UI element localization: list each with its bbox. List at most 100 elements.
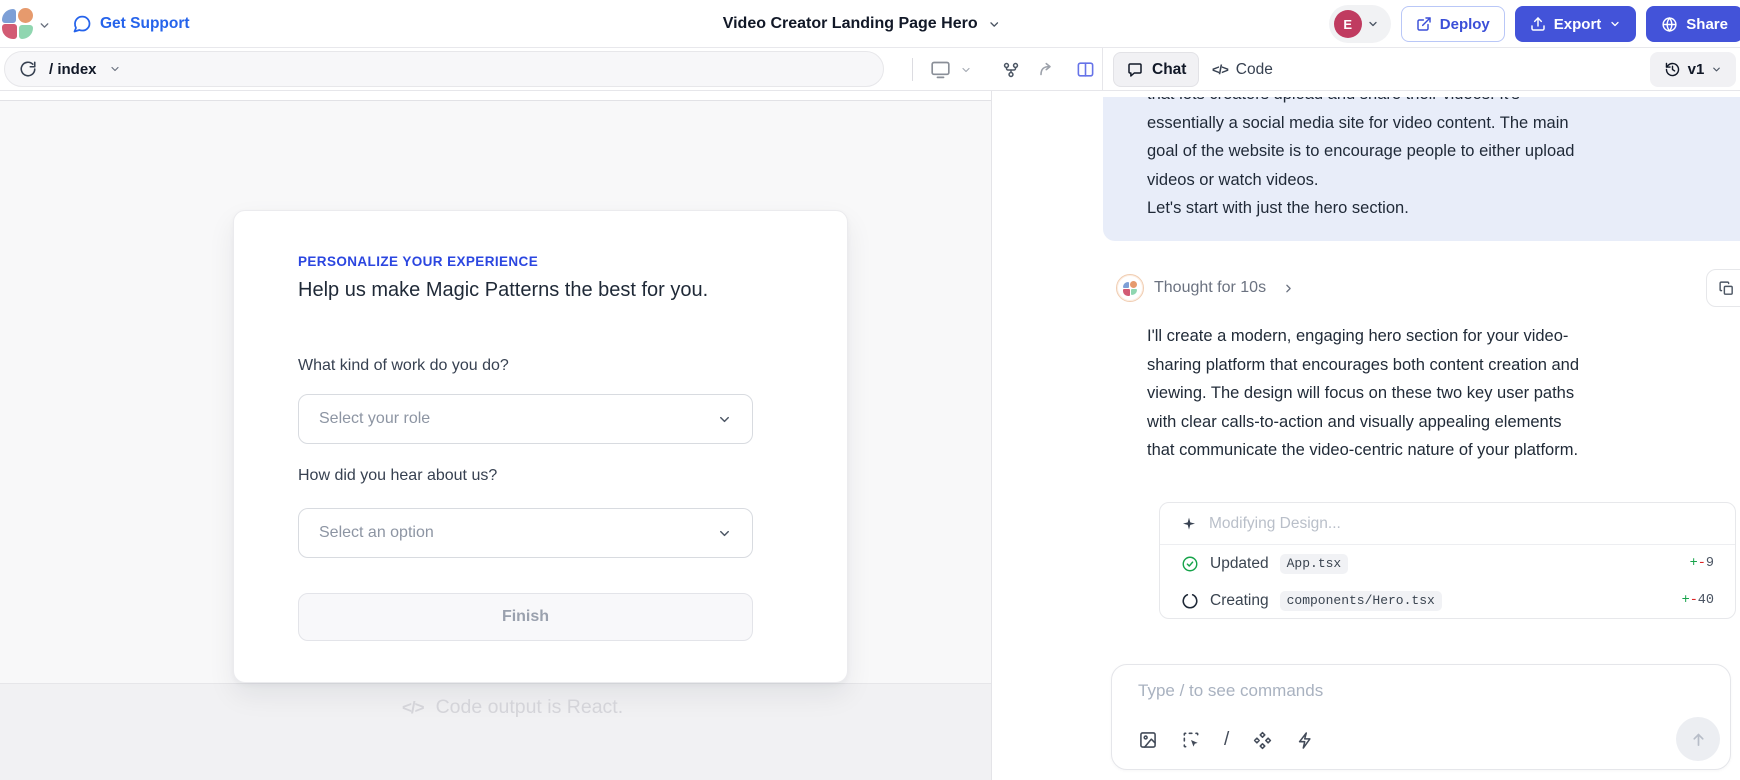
canvas-watermark: </> Code output is React. (402, 696, 623, 719)
referral-select-placeholder: Select an option (319, 524, 717, 542)
thought-label: Thought for 10s (1154, 279, 1266, 297)
account-chevron-down-icon (1367, 18, 1379, 30)
chat-input[interactable] (1138, 681, 1568, 701)
status-card-header: Modifying Design... (1160, 503, 1735, 545)
thought-chevron-right-icon (1282, 282, 1295, 295)
status-action: Creating (1210, 592, 1269, 610)
toolbar-divider (912, 58, 913, 81)
version-label: v1 (1688, 61, 1705, 78)
assistant-message-line: that communicate the video-centric natur… (1147, 436, 1579, 465)
referral-select[interactable]: Select an option (298, 508, 753, 558)
status-card-title: Modifying Design... (1209, 515, 1341, 533)
history-icon (1664, 61, 1681, 78)
export-label: Export (1554, 16, 1602, 33)
thought-toggle[interactable]: Thought for 10s (1116, 274, 1295, 302)
route-bar[interactable]: / index (4, 51, 884, 87)
assistant-message-line: I'll create a modern, engaging hero sect… (1147, 322, 1579, 351)
preview-panel: PERSONALIZE YOUR EXPERIENCE Help us make… (0, 91, 991, 780)
sparkle-icon (1181, 516, 1197, 532)
card-heading: Help us make Magic Patterns the best for… (298, 279, 708, 302)
question2-label: How did you hear about us? (298, 467, 497, 485)
deploy-label: Deploy (1440, 16, 1490, 33)
version-chevron-down-icon (1711, 64, 1722, 75)
open-in-new-tab-icon[interactable] (1038, 48, 1056, 91)
quick-actions-bolt-icon[interactable] (1296, 731, 1315, 750)
tab-chat-label: Chat (1152, 61, 1186, 79)
account-menu[interactable]: E (1329, 5, 1391, 43)
role-select[interactable]: Select your role (298, 394, 753, 444)
top-header: Get Support Video Creator Landing Page H… (0, 0, 1740, 48)
status-action: Updated (1210, 555, 1269, 573)
component-tree-icon[interactable] (1002, 48, 1020, 91)
export-button[interactable]: Export (1515, 6, 1637, 42)
assistant-message-line: with clear calls-to-action and visually … (1147, 408, 1579, 437)
assistant-message-line: viewing. The design will focus on these … (1147, 379, 1579, 408)
diff-count: +-40 (1682, 593, 1714, 608)
tab-code[interactable]: </> Code (1212, 52, 1273, 87)
file-chip: App.tsx (1280, 554, 1349, 574)
preview-toolbar: / index Chat </> Code (0, 48, 1740, 91)
user-message-line: Let's start with just the hero section. (1147, 194, 1697, 223)
export-chevron-down-icon (1609, 18, 1621, 30)
code-icon: </> (402, 698, 424, 718)
share-label: Share (1686, 16, 1728, 33)
device-chevron-down-icon[interactable] (960, 48, 972, 91)
copy-icon (1718, 280, 1735, 297)
design-system-icon[interactable] (1252, 730, 1273, 751)
file-chip: components/Hero.tsx (1280, 591, 1442, 611)
magic-patterns-logo[interactable] (2, 8, 34, 40)
canvas-top-edge (0, 91, 991, 101)
magic-patterns-app: Get Support Video Creator Landing Page H… (0, 0, 1740, 780)
watermark-text: Code output is React. (436, 696, 624, 719)
assistant-message-line: sharing platform that encourages both co… (1147, 351, 1579, 380)
copy-message-button[interactable] (1706, 269, 1740, 307)
check-circle-icon (1181, 555, 1199, 573)
onboarding-card: PERSONALIZE YOUR EXPERIENCE Help us make… (233, 210, 848, 683)
select-element-icon[interactable] (1181, 730, 1201, 750)
get-support-button[interactable]: Get Support (72, 0, 190, 48)
avatar: E (1334, 10, 1362, 38)
attach-image-icon[interactable] (1138, 730, 1158, 750)
workspace-chevron-down-icon[interactable] (38, 19, 51, 32)
refresh-icon[interactable] (19, 60, 37, 78)
chat-composer: / (1111, 664, 1731, 770)
user-message-line: goal of the website is to encourage peop… (1147, 137, 1697, 166)
split-view-icon[interactable] (1076, 48, 1095, 91)
question1-label: What kind of work do you do? (298, 357, 509, 375)
user-message-line: that lets creators upload and share thei… (1147, 97, 1697, 109)
version-history-button[interactable]: v1 (1650, 52, 1736, 87)
chat-panel: that lets creators upload and share thei… (991, 91, 1740, 780)
card-eyebrow: PERSONALIZE YOUR EXPERIENCE (298, 254, 538, 269)
send-button[interactable] (1676, 717, 1720, 761)
device-preview-icon[interactable] (930, 48, 951, 91)
composer-toolbar: / (1138, 729, 1315, 751)
select-chevron-down-icon (717, 412, 732, 427)
slash-command-icon[interactable]: / (1224, 729, 1229, 751)
diff-count: +-9 (1690, 556, 1714, 571)
status-row: Creating components/Hero.tsx +-40 (1160, 582, 1735, 619)
user-message-line: essentially a social media site for vide… (1147, 109, 1697, 138)
tab-chat[interactable]: Chat (1113, 52, 1199, 87)
project-title-menu[interactable]: Video Creator Landing Page Hero (723, 0, 1001, 48)
assistant-avatar (1116, 274, 1144, 302)
spinner-icon (1181, 592, 1199, 610)
user-message-bubble: that lets creators upload and share thei… (1103, 97, 1740, 241)
deploy-external-link-icon (1416, 16, 1432, 32)
export-upload-icon (1530, 16, 1546, 32)
finish-button[interactable]: Finish (298, 593, 753, 641)
user-message-line: videos or watch videos. (1147, 166, 1697, 195)
status-row: Updated App.tsx +-9 (1160, 545, 1735, 582)
share-button[interactable]: Share (1646, 6, 1740, 42)
header-actions: E Deploy Export (1329, 0, 1740, 48)
select-chevron-down-icon (717, 526, 732, 541)
code-icon: </> (1212, 62, 1228, 77)
support-chat-bubble-icon (72, 14, 92, 34)
project-title: Video Creator Landing Page Hero (723, 15, 978, 33)
generation-status-card: Modifying Design... Updated App.tsx +-9 … (1159, 502, 1736, 619)
route-path: / index (49, 61, 97, 78)
route-chevron-down-icon[interactable] (109, 63, 121, 75)
deploy-button[interactable]: Deploy (1401, 6, 1505, 42)
chat-bubble-icon (1126, 61, 1144, 79)
assistant-message: I'll create a modern, engaging hero sect… (1147, 322, 1579, 465)
role-select-placeholder: Select your role (319, 410, 717, 428)
